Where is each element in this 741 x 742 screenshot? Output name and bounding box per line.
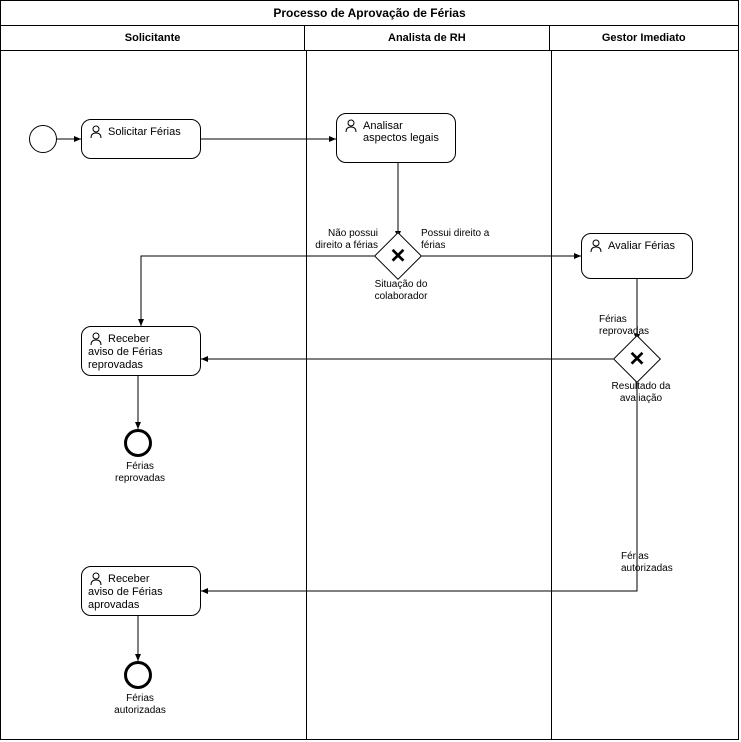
- user-icon: [88, 571, 104, 587]
- end-event-reprovadas: [124, 429, 152, 457]
- end-label-autorizadas: Férias autorizadas: [106, 693, 174, 717]
- task-solicitar-ferias: Solicitar Férias: [81, 119, 201, 159]
- gateway-label: Situação do colaborador: [366, 279, 436, 303]
- user-icon: [343, 118, 359, 134]
- end-label-reprovadas: Férias reprovadas: [106, 461, 174, 485]
- lanes-header: Solicitante Analista de RH Gestor Imedia…: [1, 26, 738, 51]
- canvas: Solicitar Férias Analisar aspectos legai…: [1, 51, 738, 740]
- user-icon: [88, 331, 104, 347]
- task-receber-reprovadas: Receber aviso de Férias reprovadas: [81, 326, 201, 376]
- task-receber-aprovadas: Receber aviso de Férias aprovadas: [81, 566, 201, 616]
- gateway-situacao: ✕: [381, 239, 415, 273]
- bpmn-pool: Processo de Aprovação de Férias Solicita…: [0, 0, 739, 740]
- gateway-resultado: ✕: [620, 342, 654, 376]
- flow-label-nao-direito: Não possui direito a férias: [298, 228, 378, 252]
- start-event: [29, 125, 57, 153]
- gateway-label: Resultado da avaliação: [601, 381, 681, 405]
- user-icon: [88, 124, 104, 140]
- pool-title: Processo de Aprovação de Férias: [1, 1, 738, 26]
- user-icon: [588, 238, 604, 254]
- x-icon: ✕: [390, 244, 407, 269]
- x-icon: ✕: [629, 347, 646, 372]
- task-label-l2: aviso de Férias: [88, 346, 163, 359]
- lane-header-analista: Analista de RH: [305, 26, 549, 50]
- flow-label-reprovadas: Férias reprovadas: [599, 314, 669, 338]
- task-label-l3: reprovadas: [88, 359, 143, 372]
- lane-header-gestor: Gestor Imediato: [550, 26, 738, 50]
- task-label-l3: aprovadas: [88, 599, 139, 612]
- task-label: Analisar aspectos legais: [363, 120, 439, 144]
- lane-separator: [551, 51, 552, 740]
- task-label: Avaliar Férias: [608, 240, 675, 252]
- lane-header-solicitante: Solicitante: [1, 26, 305, 50]
- end-event-autorizadas: [124, 661, 152, 689]
- flow-label-autorizadas: Férias autorizadas: [621, 551, 701, 575]
- task-label-l2: aviso de Férias: [88, 586, 163, 599]
- task-analisar-aspectos: Analisar aspectos legais: [336, 113, 456, 163]
- task-label: Solicitar Férias: [108, 126, 181, 138]
- task-label-l1: Receber: [108, 333, 150, 345]
- task-label-l1: Receber: [108, 573, 150, 585]
- flow-label-possui-direito: Possui direito a férias: [421, 228, 501, 252]
- task-avaliar-ferias: Avaliar Férias: [581, 233, 693, 279]
- lane-separator: [306, 51, 307, 740]
